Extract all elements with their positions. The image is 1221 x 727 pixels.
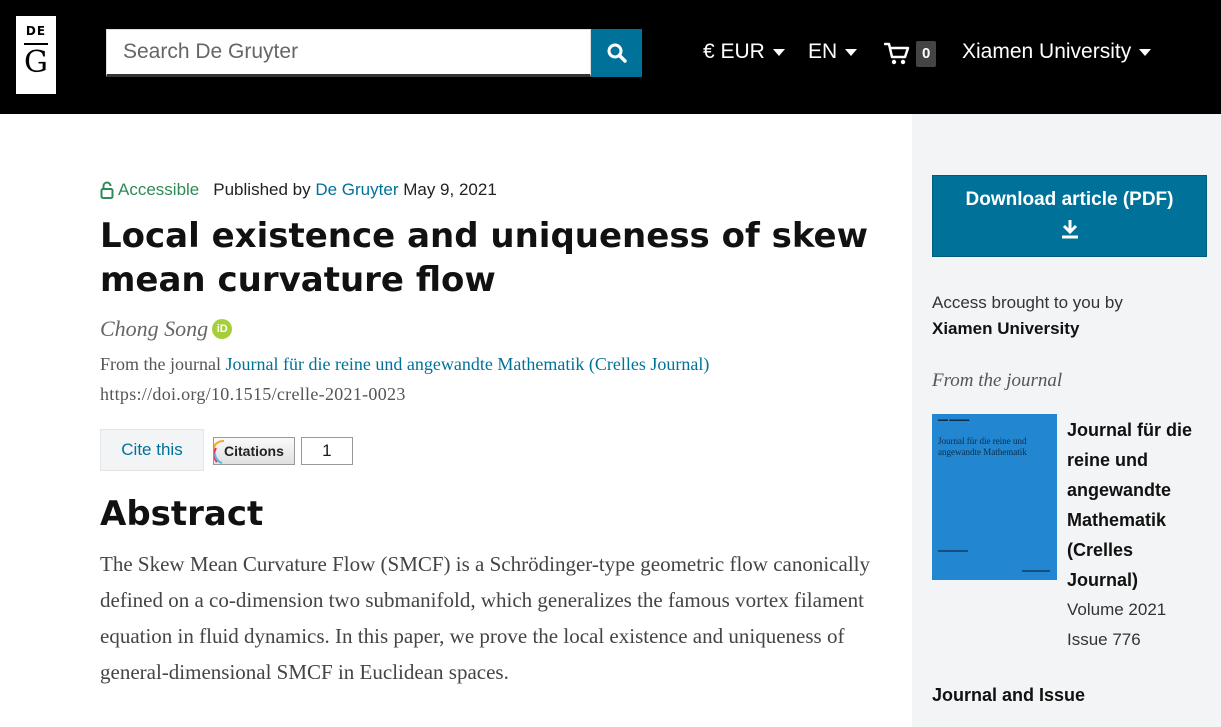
caret-down-icon — [772, 48, 785, 56]
de-gruyter-logo[interactable]: DE G — [16, 16, 56, 94]
cover-top-mark: ▬▬ ▬▬▬▬ — [938, 417, 970, 423]
abstract-text: The Skew Mean Curvature Flow (SMCF) is a… — [100, 552, 870, 684]
journal-and-issue-heading: Journal and Issue — [932, 685, 1086, 705]
cart-count-badge: 0 — [916, 41, 937, 67]
volume: Volume 2021 — [1067, 600, 1167, 619]
journal-link[interactable]: Journal für die reine und angewandte Mat… — [225, 354, 709, 374]
volume-issue: Volume 2021 Issue 776 — [1067, 595, 1166, 655]
cover-mark — [938, 550, 968, 552]
currency-label: € EUR — [703, 40, 765, 63]
sidebar-from-journal: From the journal — [932, 370, 1063, 391]
published-by-prefix: Published by — [213, 180, 311, 199]
citations-badge-icon — [214, 439, 225, 464]
institution-dropdown[interactable]: Xiamen University — [962, 40, 1152, 64]
search-input[interactable] — [107, 30, 590, 74]
access-status: Accessible — [100, 180, 199, 200]
orcid-icon[interactable]: iD — [212, 319, 233, 339]
citations-count: 1 — [300, 437, 353, 465]
currency-dropdown[interactable]: € EUR — [703, 40, 785, 64]
language-dropdown[interactable]: EN — [808, 40, 858, 64]
search-field[interactable] — [106, 29, 591, 77]
published-by: Published by De Gruyter May 9, 2021 — [213, 180, 497, 200]
from-journal-line: From the journal Journal für die reine u… — [100, 354, 709, 375]
journal-cover-image[interactable]: ▬▬ ▬▬▬▬ Journal für die reine und angewa… — [932, 414, 1057, 580]
download-label: Download article (PDF) — [965, 189, 1174, 210]
publication-date: May 9, 2021 — [403, 180, 497, 199]
access-label: Accessible — [118, 180, 200, 199]
sidebar: Download article (PDF) Access brought to… — [912, 114, 1221, 727]
caret-down-icon — [1139, 48, 1152, 56]
download-pdf-button[interactable]: Download article (PDF) — [932, 175, 1207, 257]
publisher-link[interactable]: De Gruyter — [315, 180, 398, 199]
caret-down-icon — [845, 48, 858, 56]
top-bar: DE G € EUR EN 0 Xiamen University — [0, 0, 1221, 114]
access-provider: Access brought to you by Xiamen Universi… — [932, 290, 1123, 342]
cart-icon — [884, 42, 910, 65]
access-prefix: Access brought to you by — [932, 293, 1123, 312]
author-name[interactable]: Chong Song — [100, 316, 208, 342]
logo-text-bottom: G — [24, 45, 48, 80]
cart-button[interactable]: 0 — [884, 41, 937, 67]
article-title: Local existence and uniqueness of skew m… — [100, 216, 869, 300]
article-meta-line: Accessible Published by De Gruyter May 9… — [100, 180, 497, 200]
cover-mark — [1022, 570, 1050, 572]
logo-text-top: DE — [25, 24, 47, 38]
from-journal-prefix: From the journal — [100, 354, 221, 374]
search-icon — [607, 43, 627, 63]
author-line: Chong Song iD — [100, 316, 233, 342]
cover-title: Journal für die reine und angewandte Mat… — [938, 436, 1027, 457]
citations-badge-label: Citations — [213, 437, 295, 465]
download-icon — [1061, 220, 1078, 239]
citations-badge[interactable]: Citations 1 — [213, 437, 353, 465]
institution-label: Xiamen University — [962, 40, 1132, 63]
lock-open-icon — [100, 181, 114, 199]
search-button[interactable] — [591, 29, 642, 77]
access-institution: Xiamen University — [932, 319, 1080, 338]
sidebar-journal-name[interactable]: Journal für die reine und angewandte Mat… — [1067, 415, 1207, 595]
issue: Issue 776 — [1067, 630, 1141, 649]
citations-label: Citations — [224, 443, 284, 459]
language-label: EN — [808, 40, 838, 63]
abstract-heading: Abstract — [100, 494, 264, 534]
cite-this-button[interactable]: Cite this — [100, 429, 204, 471]
doi: https://doi.org/10.1515/crelle-2021-0023 — [100, 384, 406, 404]
